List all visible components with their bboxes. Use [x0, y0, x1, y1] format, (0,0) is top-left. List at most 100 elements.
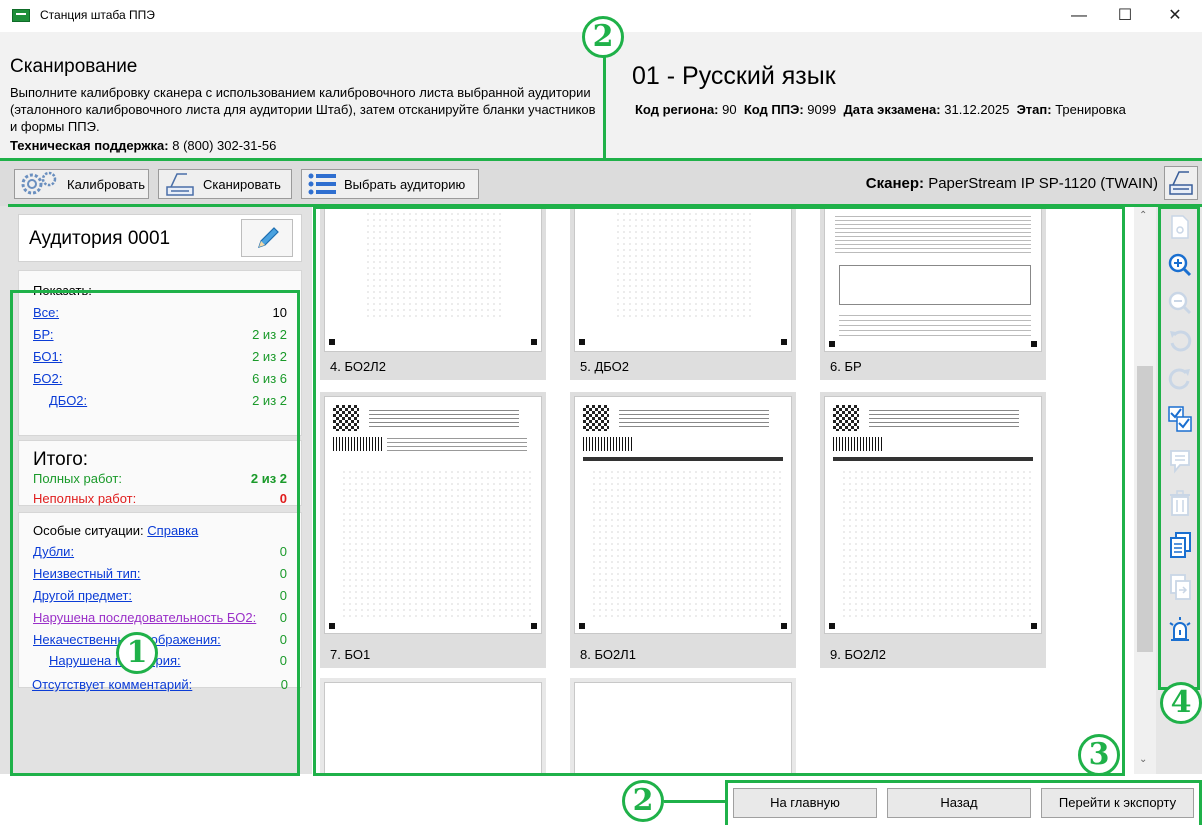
filter-row-dbo2: ДБО2: 2 из 2 — [49, 393, 287, 410]
totals-card: Итого: Полных работ: 2 из 2 Неполных раб… — [18, 440, 302, 506]
other-subject-link[interactable]: Другой предмет: — [33, 588, 132, 603]
maximize-button[interactable]: ☐ — [1102, 0, 1148, 32]
rotate-right-icon — [1168, 368, 1190, 390]
thumbnail[interactable]: 5. ДБО2 — [570, 206, 796, 380]
sequence-link[interactable]: Нарушена последовательность БО2: — [33, 610, 256, 625]
stage-label: Этап: — [1016, 102, 1052, 117]
close-button[interactable]: ✕ — [1152, 0, 1198, 32]
list-icon — [308, 173, 336, 195]
incomplete-label: Неполных работ: — [33, 491, 137, 506]
filter-all-link[interactable]: Все: — [33, 305, 59, 320]
region-label: Код региона: — [635, 102, 719, 117]
check-icon — [1168, 406, 1192, 432]
copy-button[interactable] — [1166, 530, 1194, 560]
scanner-info: Сканер: PaperStream IP SP-1120 (TWAIN) — [866, 175, 1158, 192]
thumbnail[interactable]: 6. БР — [820, 206, 1046, 380]
special-row-no-comment: Отсутствует комментарий: 0 — [32, 677, 288, 694]
special-row-duplicates: Дубли: 0 — [33, 544, 287, 561]
comment-button[interactable] — [1166, 446, 1194, 476]
form-image — [574, 396, 792, 634]
form-image — [824, 396, 1042, 634]
rotate-left-button[interactable] — [1166, 326, 1194, 356]
rotate-right-button[interactable] — [1166, 364, 1194, 394]
thumbnail[interactable]: 7. БО1 — [320, 392, 546, 668]
view-button[interactable] — [1166, 212, 1194, 242]
page-title: Сканирование — [10, 56, 138, 77]
rotate-left-icon — [1170, 330, 1192, 352]
help-link[interactable]: Справка — [147, 523, 198, 538]
filter-bo2-link[interactable]: БО2: — [33, 371, 62, 386]
edit-room-button[interactable] — [241, 219, 293, 257]
scan-button[interactable]: Сканировать — [158, 169, 292, 199]
thumbnail-caption: 4. БО2Л2 — [330, 359, 386, 374]
annotation-marker-2: 2 — [622, 780, 664, 822]
calibrate-button[interactable]: Калибровать — [14, 169, 149, 199]
thumbnail-grid: 4. БО2Л2 5. ДБО2 6. БР 7. БО1 8. БО2Л1 9… — [312, 206, 1134, 774]
scan-label: Сканировать — [203, 176, 281, 192]
scanner-icon — [1169, 171, 1193, 195]
delete-button[interactable] — [1166, 488, 1194, 518]
no-comment-value: 0 — [280, 677, 288, 692]
app-icon — [12, 9, 30, 22]
thumbnail-caption: 7. БО1 — [330, 647, 371, 662]
zoom-in-icon — [1168, 253, 1192, 277]
room-card: Аудитория 0001 — [18, 214, 302, 262]
delete-icon — [1170, 490, 1190, 516]
scrollbar-thumb[interactable] — [1137, 366, 1153, 652]
thumbnail-caption: 6. БР — [830, 359, 862, 374]
form-image — [824, 206, 1042, 352]
form-image — [574, 206, 792, 352]
home-button[interactable]: На главную — [733, 788, 877, 818]
mark-checked-button[interactable] — [1166, 404, 1194, 434]
filter-bo1-link[interactable]: БО1: — [33, 349, 62, 364]
special-row-geometry: Нарушена геометрия: 0 — [49, 653, 287, 670]
zoom-out-button[interactable] — [1166, 288, 1194, 318]
thumbnail[interactable]: 4. БО2Л2 — [320, 206, 546, 380]
sequence-value: 0 — [279, 610, 287, 625]
filter-bo2-value: 6 из 6 — [252, 371, 287, 386]
totals-title: Итого: — [33, 449, 89, 470]
no-comment-link[interactable]: Отсутствует комментарий: — [32, 677, 192, 692]
comment-icon — [1170, 450, 1190, 474]
filter-all-value: 10 — [272, 305, 287, 320]
form-image — [324, 206, 542, 352]
stage-value: Тренировка — [1055, 102, 1126, 117]
filter-dbo2-link[interactable]: ДБО2: — [49, 393, 87, 408]
zoom-out-icon — [1168, 291, 1192, 315]
back-button[interactable]: Назад — [887, 788, 1031, 818]
gear-icon — [21, 171, 57, 195]
annotation-marker-4: 4 — [1160, 682, 1202, 724]
alert-button[interactable] — [1166, 614, 1194, 644]
thumbnail-partial[interactable] — [320, 678, 546, 774]
copy-icon — [1170, 532, 1191, 558]
select-room-button[interactable]: Выбрать аудиторию — [301, 169, 479, 199]
page-description: Выполните калибровку сканера с использов… — [10, 85, 596, 134]
filter-br-link[interactable]: БР: — [33, 327, 54, 342]
minimize-button[interactable]: — — [1056, 0, 1102, 32]
thumbnail[interactable]: 8. БО2Л1 — [570, 392, 796, 668]
go-to-export-button[interactable]: Перейти к экспорту — [1041, 788, 1194, 818]
filter-br-value: 2 из 2 — [252, 327, 287, 342]
filters-card: Показать: Все: 10 БР: 2 из 2 БО1: 2 из 2… — [18, 270, 302, 436]
ppe-value: 9099 — [807, 102, 837, 117]
thumbnail-partial[interactable] — [570, 678, 796, 774]
filter-bo1-value: 2 из 2 — [252, 349, 287, 364]
special-row-unknown-type: Неизвестный тип: 0 — [33, 566, 287, 583]
special-label: Особые ситуации: — [33, 523, 144, 538]
thumbnail[interactable]: 9. БО2Л2 — [820, 392, 1046, 668]
scanner-name: PaperStream IP SP-1120 (TWAIN) — [928, 175, 1158, 192]
zoom-in-button[interactable] — [1166, 250, 1194, 280]
unknown-type-link[interactable]: Неизвестный тип: — [33, 566, 141, 581]
scanner-settings-button[interactable] — [1164, 166, 1198, 200]
export-button[interactable] — [1166, 572, 1194, 602]
special-row-sequence: Нарушена последовательность БО2: 0 — [33, 610, 287, 627]
special-row-other-subject: Другой предмет: 0 — [33, 588, 287, 605]
duplicates-link[interactable]: Дубли: — [33, 544, 74, 559]
scroll-down-icon[interactable]: ⌄ — [1139, 754, 1147, 765]
scroll-up-icon[interactable]: ⌃ — [1139, 210, 1147, 221]
incomplete-value: 0 — [279, 491, 287, 506]
bad-images-value: 0 — [279, 632, 287, 647]
room-title: Аудитория 0001 — [29, 228, 171, 249]
date-label: Дата экзамена: — [843, 102, 941, 117]
geometry-link[interactable]: Нарушена геометрия: — [49, 653, 181, 668]
